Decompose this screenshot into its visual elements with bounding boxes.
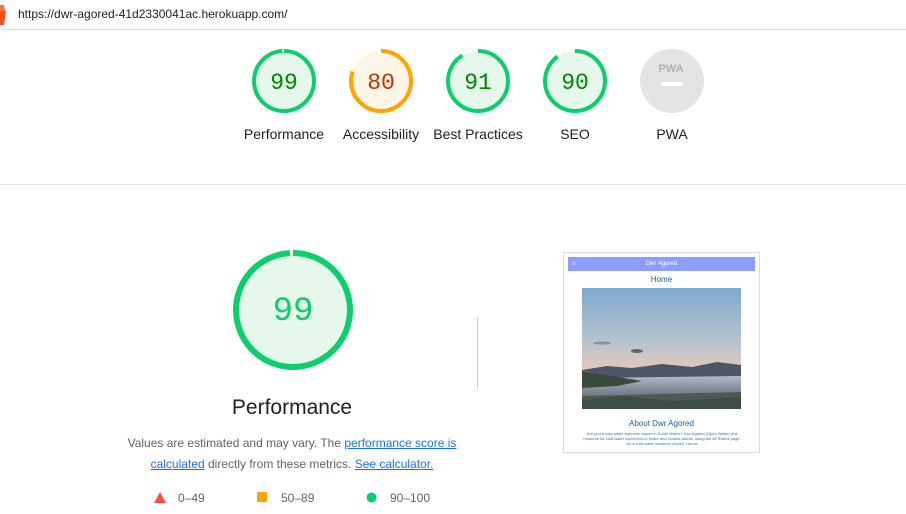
gauge-label: Performance: [243, 126, 325, 142]
gauge-score: 80: [367, 70, 395, 96]
gauge-performance-ring: 99: [252, 49, 316, 113]
gauge-seo-ring: 90: [543, 49, 607, 113]
lighthouse-logo-icon: [0, 5, 6, 25]
screenshot-intro-text: Are you a cold water swimmer based in So…: [583, 431, 741, 446]
screenshot-about-heading: About Dwr Agored: [629, 419, 694, 428]
section-divider: [477, 317, 478, 389]
desc-prefix: Values are estimated and may vary. The: [127, 436, 345, 450]
gauge-score: 99: [270, 70, 298, 96]
pwa-badge-text: PWA: [658, 63, 683, 75]
square-average-icon: [257, 492, 267, 502]
triangle-fail-icon: [154, 492, 166, 503]
performance-title: Performance: [231, 396, 353, 419]
address-bar: https://dwr-agored-41d2330041ac.herokuap…: [0, 0, 906, 30]
performance-description: Values are estimated and may vary. The p…: [127, 433, 457, 475]
gauge-best-practices-ring: 91: [446, 49, 510, 113]
lake-landscape-image: [582, 288, 741, 409]
performance-main-ring: 99: [233, 250, 353, 370]
final-screenshot[interactable]: ≡ Dwr Agored Home About Dwr Agored Are y…: [563, 252, 760, 453]
gauge-label: PWA: [656, 126, 688, 142]
screenshot-home-heading: Home: [650, 275, 673, 284]
gauge-score: 91: [464, 70, 492, 96]
legend-range: 0–49: [178, 491, 205, 505]
desc-middle: directly from these metrics.: [204, 457, 355, 471]
page-url[interactable]: https://dwr-agored-41d2330041ac.herokuap…: [18, 7, 288, 21]
see-calculator-link[interactable]: See calculator.: [355, 457, 434, 471]
legend-range: 90–100: [390, 491, 431, 505]
gauge-best-practices[interactable]: 91 Best Practices: [428, 48, 528, 144]
gauge-performance[interactable]: 99 Performance: [234, 48, 334, 144]
legend-range: 50–89: [281, 491, 315, 505]
category-scores: 99 Performance 80 Accessibility 91 Best …: [0, 30, 906, 185]
gauge-accessibility-ring: 80: [349, 49, 413, 113]
hamburger-icon: ≡: [572, 261, 576, 267]
gauge-accessibility[interactable]: 80 Accessibility: [331, 48, 431, 144]
screenshot-site-title: Dwr Agored: [645, 261, 678, 267]
gauge-label: Best Practices: [433, 126, 523, 142]
pwa-badge-icon: PWA: [640, 49, 704, 113]
gauge-pwa[interactable]: PWA PWA: [622, 48, 722, 144]
gauge-label: Accessibility: [342, 126, 420, 142]
main-gauge-score: 99: [273, 293, 314, 331]
circle-pass-icon: [366, 492, 377, 503]
screenshot-navbar: ≡ Dwr Agored: [568, 257, 755, 271]
gauge-seo[interactable]: 90 SEO: [525, 48, 625, 144]
gauge-score: 90: [561, 70, 589, 96]
gauge-label: SEO: [560, 126, 590, 142]
performance-main-gauge: 99: [232, 249, 354, 371]
